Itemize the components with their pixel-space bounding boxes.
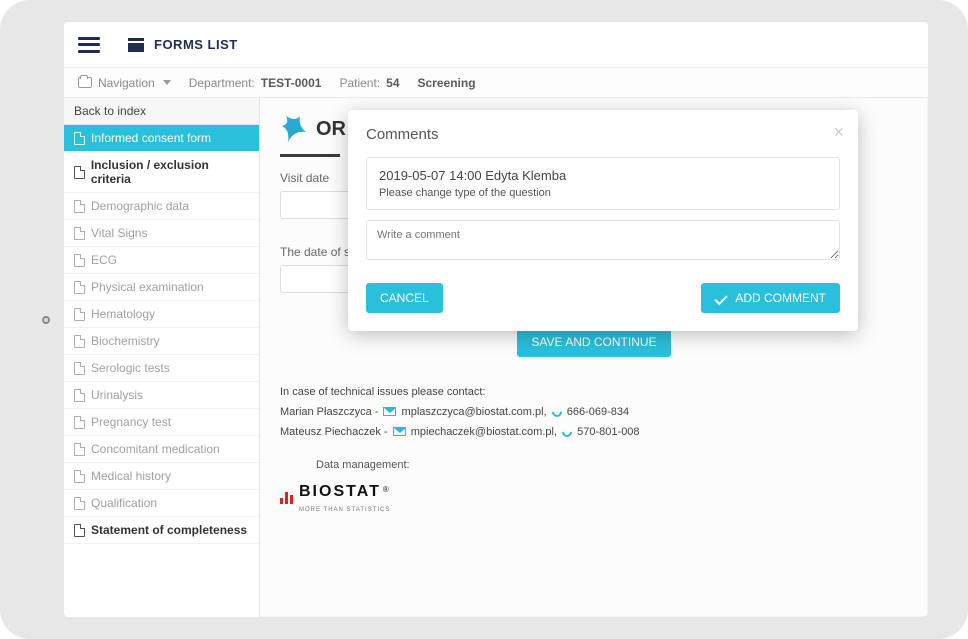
sidebar-item-label: Concomitant medication (91, 442, 220, 456)
tablet-frame: FORMS LIST Navigation Department: TEST-0… (0, 0, 968, 639)
stage-crumb: Screening (418, 76, 476, 90)
patient-crumb: Patient: 54 (339, 76, 399, 90)
sidebar-item-label: Physical examination (91, 280, 204, 294)
document-icon (74, 362, 85, 375)
sidebar-item[interactable]: Serologic tests (64, 355, 259, 382)
sidebar-item[interactable]: Pregnancy test (64, 409, 259, 436)
cancel-button[interactable]: CANCEL (366, 283, 443, 313)
folder-icon (78, 77, 92, 88)
sidebar: Back to index Informed consent form Inclu… (64, 98, 260, 617)
sidebar-item[interactable]: Physical examination (64, 274, 259, 301)
sidebar-item-label: ECG (91, 253, 117, 267)
comment-body: Please change type of the question (379, 187, 827, 199)
ribbon-icon (280, 114, 310, 144)
tablet-home-button[interactable] (42, 316, 50, 324)
sidebar-item-label: Urinalysis (91, 388, 143, 402)
breadcrumb: Navigation Department: TEST-0001 Patient… (64, 68, 928, 98)
department-crumb: Department: TEST-0001 (189, 76, 322, 90)
document-icon (74, 308, 85, 321)
sidebar-item-label: Medical history (91, 469, 171, 483)
comment-meta: 2019-05-07 14:00 Edyta Klemba (379, 168, 827, 183)
add-comment-button[interactable]: ADD COMMENT (701, 283, 840, 313)
sidebar-item[interactable]: Inclusion / exclusion criteria (64, 152, 259, 193)
comments-modal: × Comments 2019-05-07 14:00 Edyta Klemba… (348, 110, 858, 331)
modal-title: Comments (366, 126, 840, 143)
sidebar-item-label: Informed consent form (91, 131, 211, 145)
document-icon (74, 200, 85, 213)
sidebar-item-label: Pregnancy test (91, 415, 171, 429)
document-icon (74, 497, 85, 510)
document-icon (74, 227, 85, 240)
sidebar-item-label: Biochemistry (91, 334, 160, 348)
document-icon (74, 281, 85, 294)
sidebar-item-label: Serologic tests (91, 361, 170, 375)
comment-input[interactable] (366, 220, 840, 260)
sidebar-item[interactable]: Demographic data (64, 193, 259, 220)
topbar-title: FORMS LIST (154, 37, 238, 52)
divider (280, 154, 340, 157)
sidebar-item-label: Inclusion / exclusion criteria (91, 158, 249, 186)
hamburger-icon[interactable] (78, 37, 100, 53)
body: Back to index Informed consent form Inclu… (64, 98, 928, 617)
phone-icon (560, 425, 574, 439)
check-icon (715, 291, 728, 304)
sidebar-item[interactable]: Informed consent form (64, 125, 259, 152)
sidebar-item-label: Qualification (91, 496, 157, 510)
mail-icon (393, 427, 406, 436)
sidebar-item[interactable]: Hematology (64, 301, 259, 328)
sidebar-item-label: Hematology (91, 307, 155, 321)
support-footer: In case of technical issues please conta… (280, 383, 908, 516)
mail-icon (383, 407, 396, 416)
sidebar-item-label: Vital Signs (91, 226, 147, 240)
document-icon (74, 416, 85, 429)
biostat-logo: BIOSTAT® MORE THAN STATISTICS (280, 478, 908, 516)
chevron-down-icon (163, 80, 171, 85)
form-logo-text: OR (316, 118, 346, 141)
document-icon (74, 470, 85, 483)
navigation-label: Navigation (98, 76, 155, 90)
close-icon[interactable]: × (833, 122, 844, 143)
sidebar-item-label: Demographic data (91, 199, 189, 213)
sidebar-item[interactable]: ECG (64, 247, 259, 274)
sidebar-item[interactable]: Vital Signs (64, 220, 259, 247)
data-management-label: Data management: (316, 456, 908, 476)
support-intro: In case of technical issues please conta… (280, 383, 908, 403)
back-to-index[interactable]: Back to index (64, 98, 259, 125)
document-icon (74, 389, 85, 402)
document-icon (74, 254, 85, 267)
sidebar-item[interactable]: Qualification (64, 490, 259, 517)
document-icon (74, 524, 85, 537)
forms-list-icon (128, 38, 144, 52)
document-icon (74, 166, 85, 179)
sidebar-item-label: Statement of completeness (91, 523, 247, 537)
document-icon (74, 132, 85, 145)
navigation-dropdown[interactable]: Navigation (78, 76, 171, 90)
sidebar-item[interactable]: Concomitant medication (64, 436, 259, 463)
topbar: FORMS LIST (64, 22, 928, 68)
document-icon (74, 335, 85, 348)
app-screen: FORMS LIST Navigation Department: TEST-0… (64, 22, 928, 617)
sidebar-item[interactable]: Urinalysis (64, 382, 259, 409)
sidebar-item[interactable]: Biochemistry (64, 328, 259, 355)
sidebar-item[interactable]: Statement of completeness (64, 517, 259, 544)
phone-icon (550, 405, 564, 419)
sidebar-item[interactable]: Medical history (64, 463, 259, 490)
bars-icon (280, 490, 293, 504)
save-and-continue-button[interactable]: SAVE AND CONTINUE (517, 327, 670, 357)
document-icon (74, 443, 85, 456)
comment-item: 2019-05-07 14:00 Edyta Klemba Please cha… (366, 157, 840, 210)
